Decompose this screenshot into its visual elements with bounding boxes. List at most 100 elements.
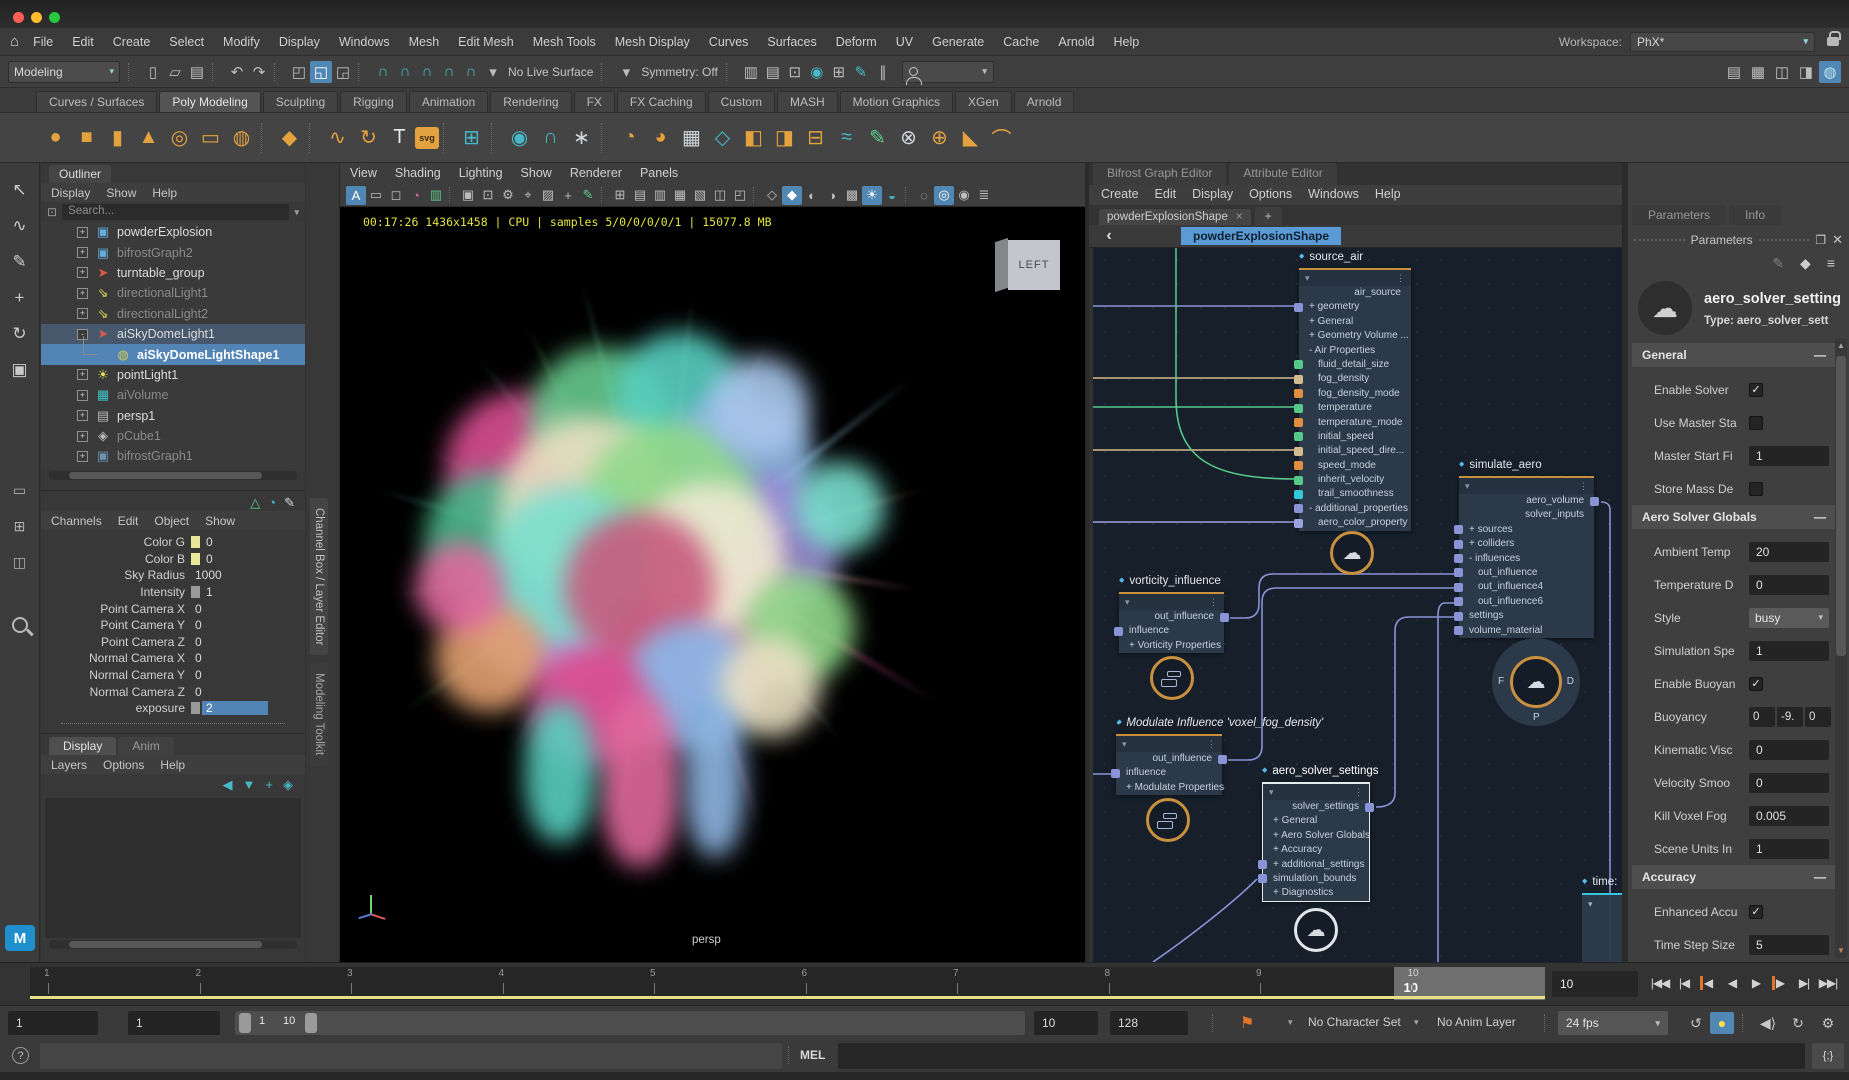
mute-audio-icon[interactable]: ◀⟩ xyxy=(1756,1012,1780,1034)
node-port[interactable]: initial_speed_dire... xyxy=(1299,444,1411,458)
port-square[interactable] xyxy=(1365,803,1374,812)
playback-loop-icon[interactable]: ↺ xyxy=(1684,1012,1708,1034)
parameter-field[interactable]: 0.005 xyxy=(1749,806,1829,826)
move-tool[interactable]: + xyxy=(5,283,35,313)
node-time[interactable]: ▾ xyxy=(1582,893,1626,962)
lasso-tool[interactable]: ∿ xyxy=(5,211,35,241)
channel-value-field[interactable]: 0 xyxy=(191,685,257,699)
node-port[interactable]: temperature_mode xyxy=(1299,416,1411,430)
shelf-polyCone-icon[interactable]: ▲ xyxy=(133,121,164,155)
shelf-boolean-icon[interactable]: ⊟ xyxy=(800,121,831,155)
node-port[interactable]: out_influence xyxy=(1459,566,1594,580)
outliner-item[interactable]: + ▤ persp1 xyxy=(41,406,305,426)
port-square[interactable] xyxy=(1294,432,1303,441)
port-square[interactable] xyxy=(1294,504,1303,513)
source-air-cloud-badge[interactable]: ☁ xyxy=(1330,531,1374,575)
port-square[interactable] xyxy=(1114,627,1123,636)
playback-start-field[interactable]: 1 xyxy=(128,1011,220,1035)
parameter-field[interactable]: 5 xyxy=(1749,935,1829,955)
Create[interactable]: Create xyxy=(1101,187,1139,205)
symmetry-label[interactable]: Symmetry: Off xyxy=(637,61,721,83)
Curves / Surfaces[interactable]: Curves / Surfaces xyxy=(36,91,157,112)
layout-two-pane[interactable]: ◫ xyxy=(5,547,35,577)
port-square[interactable] xyxy=(1258,874,1267,883)
wireframe-icon[interactable]: ◇ xyxy=(762,186,782,205)
evaluation-mode-icon[interactable]: ↻ xyxy=(1786,1012,1810,1034)
layer-stack-icon[interactable]: ≣ xyxy=(974,186,994,205)
channel-row[interactable]: Point Camera X 0 xyxy=(41,600,305,617)
shelf-polyCylinder-icon[interactable]: ▮ xyxy=(102,121,133,155)
layout-four-pane[interactable]: ⊞ xyxy=(5,511,35,541)
node-port[interactable]: + Diagnostics xyxy=(1263,886,1369,900)
shelf-quad-draw-icon[interactable]: ✎ xyxy=(862,121,893,155)
step-back-key-button[interactable]: ◀ xyxy=(1696,967,1720,999)
Bifrost Graph Editor[interactable]: Bifrost Graph Editor xyxy=(1093,163,1226,185)
channel-row[interactable]: Color G 0 xyxy=(41,534,305,551)
scale-tool[interactable]: ▣ xyxy=(5,355,35,385)
add-tab-button[interactable]: + xyxy=(1255,207,1282,225)
redo-icon[interactable]: ↷ xyxy=(248,61,270,83)
workspace-dropdown[interactable]: PhX*▾ xyxy=(1630,32,1815,52)
edit-name-icon[interactable]: ✎ xyxy=(1772,255,1784,272)
breadcrumb[interactable]: powderExplosionShape xyxy=(1181,227,1341,245)
channel-value-field[interactable]: 0 xyxy=(191,668,257,682)
Lighting[interactable]: Lighting xyxy=(459,166,503,182)
Display[interactable]: Display xyxy=(1192,187,1233,205)
port-square[interactable] xyxy=(1294,447,1303,456)
gate-mask-icon[interactable]: ▦ xyxy=(670,186,690,205)
channel-row[interactable]: Normal Camera X 0 xyxy=(41,650,305,667)
node-title-simulate-aero[interactable]: simulate_aero xyxy=(1459,459,1542,471)
sidebar-layers-icon[interactable]: ◨ xyxy=(1795,61,1817,83)
outliner-item[interactable]: - ➤ aiSkyDomeLight1 xyxy=(41,324,305,344)
File[interactable]: File xyxy=(33,35,53,49)
Help[interactable]: Help xyxy=(1375,187,1401,205)
node-port[interactable]: + additional_settings xyxy=(1263,858,1369,872)
camera-icon[interactable]: ▣ xyxy=(458,186,478,205)
node-port[interactable]: settings xyxy=(1459,609,1594,623)
node-aero-solver-settings[interactable]: ▾⋮ solver_settings + General xyxy=(1262,782,1370,902)
Windows[interactable]: Windows xyxy=(1308,187,1359,205)
section-header[interactable]: General— xyxy=(1632,343,1836,367)
new-scene-icon[interactable]: ▯ xyxy=(142,61,164,83)
camera-lock-icon[interactable]: ⊡ xyxy=(478,186,498,205)
Edit Mesh[interactable]: Edit Mesh xyxy=(458,35,514,49)
Layers[interactable]: Layers xyxy=(51,758,87,772)
outliner-item[interactable]: + ☀ pointLight1 xyxy=(41,365,305,385)
port-square[interactable] xyxy=(1294,476,1303,485)
add-layer-from-selected-icon[interactable]: ◈ xyxy=(283,777,293,793)
sidebar-channel-box-icon[interactable]: ◫ xyxy=(1771,61,1793,83)
node-port[interactable]: influence xyxy=(1119,624,1224,638)
channel-row[interactable]: Point Camera Y 0 xyxy=(41,617,305,634)
outliner-item[interactable]: ◍ aiSkyDomeLightShape1 xyxy=(41,344,305,364)
node-port[interactable]: + colliders xyxy=(1459,537,1594,551)
Edit[interactable]: Edit xyxy=(72,35,94,49)
use-default-material-icon[interactable]: ◑ xyxy=(822,186,842,205)
grid-icon[interactable]: ⊞ xyxy=(610,186,630,205)
frame-selection-icon[interactable]: ◻ xyxy=(386,186,406,205)
shelf-mash-dynamics-icon[interactable]: ◇ xyxy=(707,121,738,155)
layout-single-pane[interactable]: ▭ xyxy=(5,475,35,505)
channel-value-field[interactable]: 2 xyxy=(202,701,268,715)
render-settings-icon[interactable]: ◉ xyxy=(806,61,828,83)
layer-move-down-icon[interactable]: ▼ xyxy=(243,777,256,793)
Cache[interactable]: Cache xyxy=(1003,35,1039,49)
float-panel-icon[interactable]: ❐ xyxy=(1815,233,1826,247)
Poly Modeling[interactable]: Poly Modeling xyxy=(159,91,260,112)
channel-value-field[interactable]: 0 xyxy=(191,635,257,649)
frame-all-icon[interactable]: ▭ xyxy=(366,186,386,205)
outliner-item[interactable]: + ▣ bifrostGraph2 xyxy=(41,242,305,262)
node-port[interactable]: solver_settings xyxy=(1263,800,1369,814)
parameter-field[interactable]: 20 xyxy=(1749,542,1829,562)
channel-row[interactable]: Intensity 1 xyxy=(41,584,305,601)
Show[interactable]: Show xyxy=(106,186,136,200)
snap-curve-icon[interactable]: ∩ xyxy=(394,61,416,83)
Generate[interactable]: Generate xyxy=(932,35,984,49)
open-scene-icon[interactable]: ▱ xyxy=(164,61,186,83)
shelf-sweep-mesh-icon[interactable]: ∿ xyxy=(322,121,353,155)
channel-row[interactable]: Point Camera Z 0 xyxy=(41,634,305,651)
outliner-hscrollbar[interactable] xyxy=(49,471,297,480)
Curves[interactable]: Curves xyxy=(709,35,749,49)
character-set-chevron2-icon[interactable]: ▾ xyxy=(1414,1017,1419,1028)
port-square[interactable] xyxy=(1294,360,1303,369)
safe-action-icon[interactable]: ◫ xyxy=(710,186,730,205)
